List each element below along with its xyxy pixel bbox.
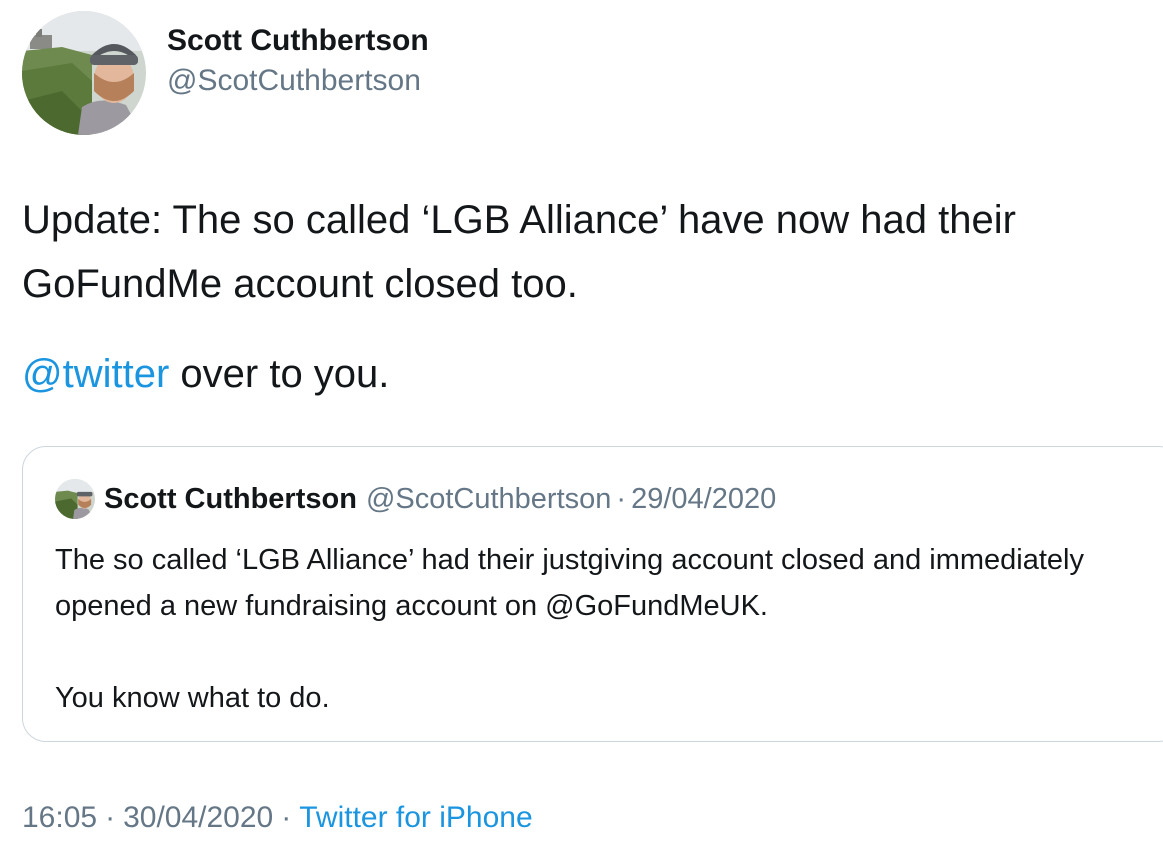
author-display-name[interactable]: Scott Cuthbertson xyxy=(167,21,429,61)
tweet-time[interactable]: 16:05 xyxy=(22,801,97,834)
avatar-photo xyxy=(22,11,146,135)
quoted-tweet-header: Scott Cuthbertson @ScotCuthbertson · 29/… xyxy=(55,479,776,519)
tweet-meta: 16:05 · 30/04/2020 · Twitter for iPhone xyxy=(22,796,533,840)
quoted-tweet-date: 29/04/2020 xyxy=(631,482,777,515)
quoted-tweet-paragraph: You know what to do. xyxy=(55,682,330,714)
tweet-paragraph-text: over to you. xyxy=(169,352,390,396)
tweet-paragraph: Update: The so called ‘LGB Alliance’ hav… xyxy=(22,198,1016,306)
tweet-source-link[interactable]: Twitter for iPhone xyxy=(299,801,532,834)
separator-dot: · xyxy=(105,801,116,834)
quoted-tweet-avatar xyxy=(55,479,95,519)
mention-link-twitter[interactable]: @twitter xyxy=(22,352,169,396)
author-handle[interactable]: @ScotCuthbertson xyxy=(167,61,429,101)
quoted-tweet-handle: @ScotCuthbertson xyxy=(365,482,612,515)
tweet-header: Scott Cuthbertson @ScotCuthbertson xyxy=(22,11,429,135)
separator-dot: · xyxy=(616,482,627,515)
quoted-tweet-paragraph: The so called ‘LGB Alliance’ had their j… xyxy=(55,544,1084,622)
quoted-tweet-display-name: Scott Cuthbertson xyxy=(104,482,357,515)
quoted-tweet[interactable]: Scott Cuthbertson @ScotCuthbertson · 29/… xyxy=(22,446,1163,742)
quoted-tweet-text: The so called ‘LGB Alliance’ had their j… xyxy=(55,537,1155,721)
avatar-photo xyxy=(55,479,95,519)
tweet-paragraph: @twitter over to you. xyxy=(22,342,1157,406)
tweet-date[interactable]: 30/04/2020 xyxy=(123,801,273,834)
avatar[interactable] xyxy=(22,11,146,135)
separator-dot: · xyxy=(281,801,292,834)
author-names: Scott Cuthbertson @ScotCuthbertson xyxy=(167,21,429,101)
tweet-text: Update: The so called ‘LGB Alliance’ hav… xyxy=(22,188,1157,406)
